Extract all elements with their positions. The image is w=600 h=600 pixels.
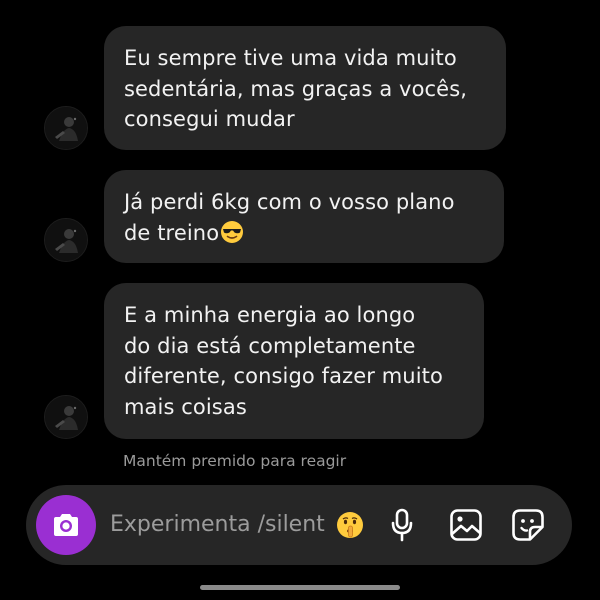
message-bubble[interactable]: E a minha energia ao longo do dia está c… <box>104 283 484 439</box>
microphone-button[interactable] <box>384 507 420 543</box>
message-text-line: mais coisas <box>124 394 247 419</box>
message-text-line: Eu sempre tive uma vida muito <box>124 46 457 70</box>
message-text-line: consegui mudar <box>124 107 295 131</box>
gallery-button[interactable] <box>448 507 484 543</box>
sticker-icon <box>512 509 544 541</box>
microphone-icon <box>391 508 413 542</box>
reaction-hint: Mantém premido para reagir <box>123 452 347 470</box>
shushing-face-icon <box>337 512 363 538</box>
message-text-line: Já perdi 6kg com o vosso plano <box>124 190 455 214</box>
sticker-button[interactable] <box>510 507 546 543</box>
message-text-fragment: de treino <box>124 220 220 245</box>
message-text-line: de treino <box>124 218 484 249</box>
gallery-icon <box>450 509 482 541</box>
message-thread: Eu sempre tive uma vida muito sedentária… <box>0 0 600 480</box>
message-bubble[interactable]: Eu sempre tive uma vida muito sedentária… <box>104 26 506 150</box>
message-text-line: sedentária, mas graças a vocês, <box>124 76 468 101</box>
smiling-face-with-sunglasses-icon <box>221 220 244 243</box>
message-composer: Experimenta /silent <box>26 485 572 565</box>
message-text-line: do dia está completamente <box>124 333 416 358</box>
camera-icon <box>54 514 78 536</box>
sender-avatar[interactable] <box>44 218 88 262</box>
camera-button[interactable] <box>36 495 96 555</box>
message-text-line: diferente, consigo fazer muito <box>124 364 443 388</box>
sender-avatar[interactable] <box>44 106 88 150</box>
home-indicator[interactable] <box>200 585 400 590</box>
message-input[interactable]: Experimenta /silent <box>110 507 340 543</box>
sender-avatar[interactable] <box>44 395 88 439</box>
message-bubble[interactable]: Já perdi 6kg com o vosso plano de treino <box>104 170 504 263</box>
message-text-line: E a minha energia ao longo <box>124 303 416 327</box>
